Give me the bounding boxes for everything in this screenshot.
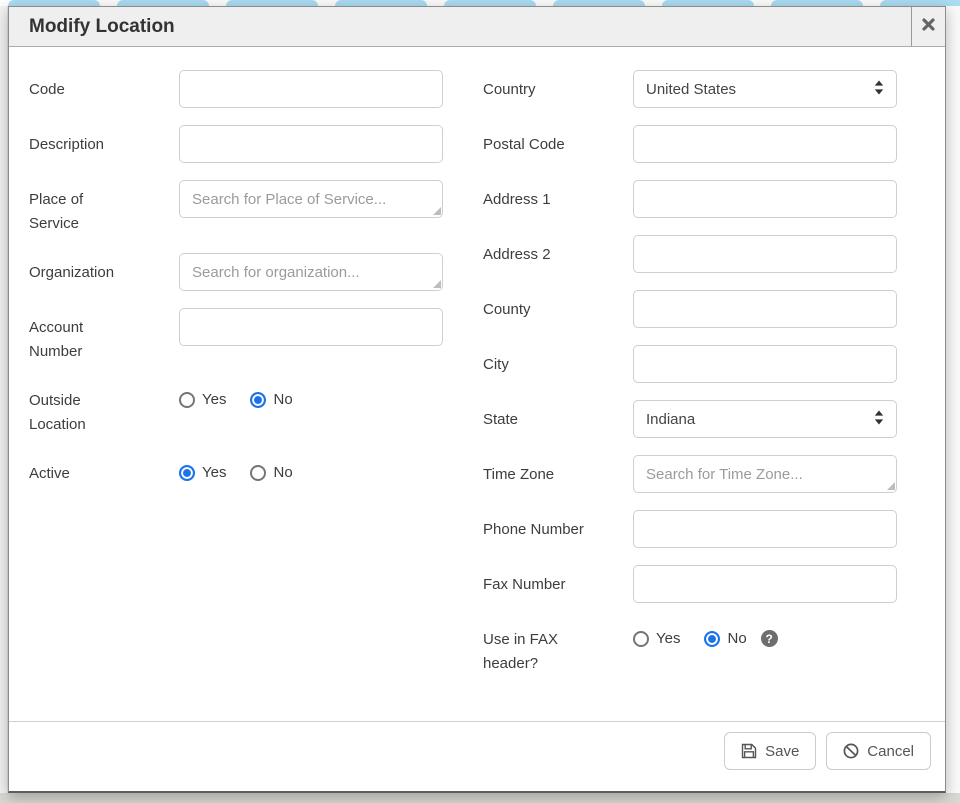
close-x-icon <box>922 18 935 36</box>
use-in-fax-no-radio[interactable]: No <box>704 630 746 647</box>
save-button[interactable]: Save <box>724 732 816 770</box>
radio-button-icon <box>704 631 720 647</box>
close-button[interactable] <box>911 7 945 46</box>
active-row: Active Yes No <box>29 454 443 486</box>
fax-number-row: Fax Number <box>483 565 897 603</box>
background-page-right <box>947 6 960 793</box>
phone-number-label: Phone Number <box>483 510 633 542</box>
place-of-service-row: Place of Service <box>29 180 443 236</box>
postal-code-label: Postal Code <box>483 125 633 157</box>
address1-input[interactable] <box>633 180 897 218</box>
active-yes-radio[interactable]: Yes <box>179 464 226 481</box>
address1-row: Address 1 <box>483 180 897 218</box>
place-of-service-search-input[interactable] <box>179 180 443 218</box>
address2-row: Address 2 <box>483 235 897 273</box>
postal-code-row: Postal Code <box>483 125 897 163</box>
cancel-button-label: Cancel <box>867 743 914 760</box>
description-input[interactable] <box>179 125 443 163</box>
corner-grip-icon <box>887 482 895 490</box>
county-input[interactable] <box>633 290 897 328</box>
organization-search-input[interactable] <box>179 253 443 291</box>
organization-row: Organization <box>29 253 443 291</box>
fax-number-input[interactable] <box>633 565 897 603</box>
county-row: County <box>483 290 897 328</box>
background-page-left <box>0 6 8 793</box>
address1-label: Address 1 <box>483 180 633 212</box>
code-input[interactable] <box>179 70 443 108</box>
cancel-button[interactable]: Cancel <box>826 732 931 770</box>
time-zone-search-input[interactable] <box>633 455 897 493</box>
city-row: City <box>483 345 897 383</box>
place-of-service-label: Place of Service <box>29 180 179 236</box>
state-select-value: Indiana <box>646 411 695 428</box>
organization-label: Organization <box>29 253 179 285</box>
outside-location-label: Outside Location <box>29 381 179 437</box>
active-no-radio[interactable]: No <box>250 464 292 481</box>
country-row: Country United States <box>483 70 897 108</box>
address2-label: Address 2 <box>483 235 633 267</box>
county-label: County <box>483 290 633 322</box>
dialog-footer: Save Cancel <box>9 721 945 791</box>
country-select-value: United States <box>646 81 736 98</box>
description-row: Description <box>29 125 443 163</box>
outside-location-yes-radio[interactable]: Yes <box>179 391 226 408</box>
up-down-arrows-icon <box>874 80 884 99</box>
fax-number-label: Fax Number <box>483 565 633 597</box>
help-icon[interactable]: ? <box>761 630 778 647</box>
radio-button-icon <box>250 392 266 408</box>
radio-button-icon <box>179 465 195 481</box>
outside-location-row: Outside Location Yes No <box>29 381 443 437</box>
background-page-bottom <box>0 793 960 803</box>
use-in-fax-yes-radio[interactable]: Yes <box>633 630 680 647</box>
state-row: State Indiana <box>483 400 897 438</box>
save-button-label: Save <box>765 743 799 760</box>
form-right-column: Country United States Postal Code <box>483 70 897 693</box>
dialog-title: Modify Location <box>9 7 911 46</box>
code-row: Code <box>29 70 443 108</box>
state-select[interactable]: Indiana <box>633 400 897 438</box>
phone-number-row: Phone Number <box>483 510 897 548</box>
address2-input[interactable] <box>633 235 897 273</box>
code-label: Code <box>29 70 179 102</box>
outside-location-no-radio[interactable]: No <box>250 391 292 408</box>
postal-code-input[interactable] <box>633 125 897 163</box>
radio-button-icon <box>633 631 649 647</box>
modify-location-dialog: Modify Location Code Description <box>8 6 946 793</box>
account-number-label: Account Number <box>29 308 179 364</box>
radio-button-icon <box>179 392 195 408</box>
account-number-input[interactable] <box>179 308 443 346</box>
form-left-column: Code Description Place of Service <box>29 70 443 693</box>
ban-icon <box>843 743 859 759</box>
time-zone-row: Time Zone <box>483 455 897 493</box>
city-input[interactable] <box>633 345 897 383</box>
use-in-fax-header-row: Use in FAX header? Yes No ? <box>483 620 897 676</box>
description-label: Description <box>29 125 179 157</box>
corner-grip-icon <box>433 280 441 288</box>
phone-number-input[interactable] <box>633 510 897 548</box>
radio-button-icon <box>250 465 266 481</box>
corner-grip-icon <box>433 207 441 215</box>
state-label: State <box>483 400 633 432</box>
active-label: Active <box>29 454 179 486</box>
floppy-disk-icon <box>741 743 757 759</box>
country-label: Country <box>483 70 633 102</box>
account-number-row: Account Number <box>29 308 443 364</box>
dialog-header: Modify Location <box>9 7 945 47</box>
use-in-fax-header-label: Use in FAX header? <box>483 620 633 676</box>
time-zone-label: Time Zone <box>483 455 633 487</box>
country-select[interactable]: United States <box>633 70 897 108</box>
city-label: City <box>483 345 633 377</box>
dialog-body: Code Description Place of Service <box>9 47 945 721</box>
up-down-arrows-icon <box>874 410 884 429</box>
